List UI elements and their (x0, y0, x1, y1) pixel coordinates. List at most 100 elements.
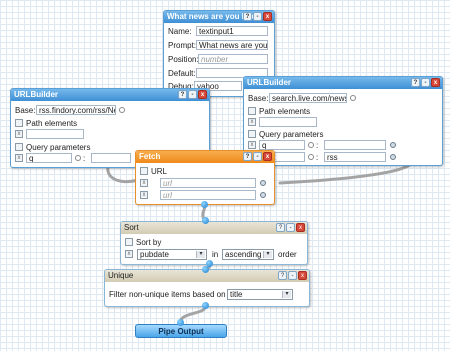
base-field[interactable]: rss.findory.com/rss/Ne (36, 105, 116, 115)
unique-field-select[interactable]: title ▾ (227, 289, 293, 300)
minimize-icon[interactable]: - (288, 271, 297, 280)
base-terminal[interactable] (350, 95, 356, 101)
close-icon[interactable]: x (263, 152, 272, 161)
url-label: URL (151, 167, 168, 176)
url-field-1[interactable]: url (160, 178, 256, 188)
query-key-terminal[interactable] (75, 155, 81, 161)
remove-query-icon[interactable]: x (15, 154, 23, 162)
query-separator: : (316, 141, 319, 150)
path-field[interactable] (26, 129, 84, 139)
minimize-icon[interactable]: - (286, 223, 295, 232)
position-field[interactable]: number (198, 54, 268, 64)
query1-value-field[interactable] (324, 140, 386, 150)
remove-url-icon[interactable]: x (140, 179, 148, 187)
unique-module[interactable]: Unique ? - x Filter non-unique items bas… (104, 269, 310, 307)
url2-terminal[interactable] (260, 192, 266, 198)
position-label: Position: (168, 55, 199, 64)
pipe-output-input-terminal[interactable] (177, 319, 184, 326)
remove-url-icon[interactable]: x (140, 191, 148, 199)
default-label: Default: (168, 69, 196, 78)
prompt-field[interactable]: What news are you loo (196, 40, 268, 50)
close-icon[interactable]: x (198, 90, 207, 99)
wire-unique-output (178, 305, 207, 324)
unique-input-terminal[interactable] (202, 266, 209, 273)
sort-input-terminal[interactable] (202, 217, 209, 224)
remove-sort-icon[interactable]: x (125, 250, 133, 258)
url-field-2[interactable]: url (160, 190, 256, 200)
unique-output-terminal[interactable] (202, 302, 209, 309)
sort-toggle-icon[interactable] (125, 238, 133, 246)
sort-order-select[interactable]: ascending ▾ (222, 249, 274, 260)
query2-key-terminal[interactable] (308, 154, 314, 160)
query-toggle-icon[interactable] (15, 143, 23, 151)
help-icon[interactable]: ? (178, 90, 187, 99)
sort-title: Sort (124, 223, 139, 232)
query-toggle-icon[interactable] (248, 130, 256, 138)
query1-value-terminal[interactable] (390, 142, 396, 148)
query1-key-terminal[interactable] (308, 142, 314, 148)
close-icon[interactable]: x (298, 271, 307, 280)
base-label: Base: (248, 94, 269, 103)
close-icon[interactable]: x (263, 12, 272, 21)
query-value-field[interactable] (91, 153, 131, 163)
textinput-title: What news are you loo (167, 12, 254, 21)
unique-filter-label: Filter non-unique items based on (109, 290, 226, 299)
order-label: order (278, 250, 297, 259)
url1-terminal[interactable] (260, 180, 266, 186)
sort-field-value: pubdate (140, 250, 169, 259)
base-label: Base: (15, 106, 36, 115)
base-terminal[interactable] (119, 107, 125, 113)
help-icon[interactable]: ? (243, 12, 252, 21)
textinput-title-bar[interactable]: What news are you loo ? - x (164, 11, 274, 23)
prompt-label: Prompt: (168, 41, 197, 50)
urlbuilder2-title: URLBuilder (247, 78, 291, 87)
fetch-title-bar[interactable]: Fetch ? - x (136, 151, 274, 163)
minimize-icon[interactable]: - (421, 78, 430, 87)
minimize-icon[interactable]: - (253, 152, 262, 161)
fetch-module[interactable]: Fetch ? - x URL x url x url (135, 150, 275, 205)
help-icon[interactable]: ? (411, 78, 420, 87)
urlbuilder1-title: URLBuilder (14, 90, 58, 99)
urlbuilder2-title-bar[interactable]: URLBuilder ? - x (244, 77, 442, 89)
help-icon[interactable]: ? (276, 223, 285, 232)
query-parameters-label: Query parameters (259, 130, 324, 139)
unique-field-value: title (230, 290, 243, 299)
base-field[interactable]: search.live.com/news/ (269, 93, 347, 103)
remove-path-icon[interactable]: x (15, 130, 23, 138)
close-icon[interactable]: x (431, 78, 440, 87)
path-toggle-icon[interactable] (15, 119, 23, 127)
query-separator: : (83, 154, 86, 163)
url-toggle-icon[interactable] (140, 167, 148, 175)
fetch-output-terminal[interactable] (201, 201, 208, 208)
minimize-icon[interactable]: - (188, 90, 197, 99)
path-toggle-icon[interactable] (248, 107, 256, 115)
query2-value-field[interactable]: rss (324, 152, 386, 162)
help-icon[interactable]: ? (278, 271, 287, 280)
query-key-field[interactable]: q (26, 153, 72, 163)
sort-by-label: Sort by (136, 238, 162, 247)
path-field[interactable] (259, 117, 317, 127)
path-elements-label: Path elements (26, 119, 78, 128)
dropdown-arrow-icon: ▾ (282, 291, 291, 298)
close-icon[interactable]: x (296, 223, 305, 232)
path-elements-label: Path elements (259, 107, 311, 116)
query-separator: : (316, 153, 319, 162)
name-field[interactable]: textinput1 (196, 26, 268, 36)
sort-module[interactable]: Sort ? - x Sort by x pubdate ▾ in ascend… (120, 221, 308, 265)
remove-path-icon[interactable]: x (248, 118, 256, 126)
query1-key-field[interactable]: q (259, 140, 305, 150)
query2-value-terminal[interactable] (390, 154, 396, 160)
help-icon[interactable]: ? (243, 152, 252, 161)
dropdown-arrow-icon: ▾ (263, 251, 272, 258)
name-label: Name: (168, 27, 192, 36)
remove-query-icon[interactable]: x (248, 141, 256, 149)
dropdown-arrow-icon: ▾ (196, 251, 205, 258)
in-label: in (212, 250, 219, 259)
pipe-output-module[interactable]: Pipe Output (135, 324, 227, 338)
fetch-title: Fetch (139, 152, 161, 161)
sort-title-bar[interactable]: Sort ? - x (121, 222, 307, 234)
sort-order-value: ascending (225, 250, 262, 259)
minimize-icon[interactable]: - (253, 12, 262, 21)
urlbuilder1-title-bar[interactable]: URLBuilder ? - x (11, 89, 209, 101)
sort-field-select[interactable]: pubdate ▾ (137, 249, 207, 260)
